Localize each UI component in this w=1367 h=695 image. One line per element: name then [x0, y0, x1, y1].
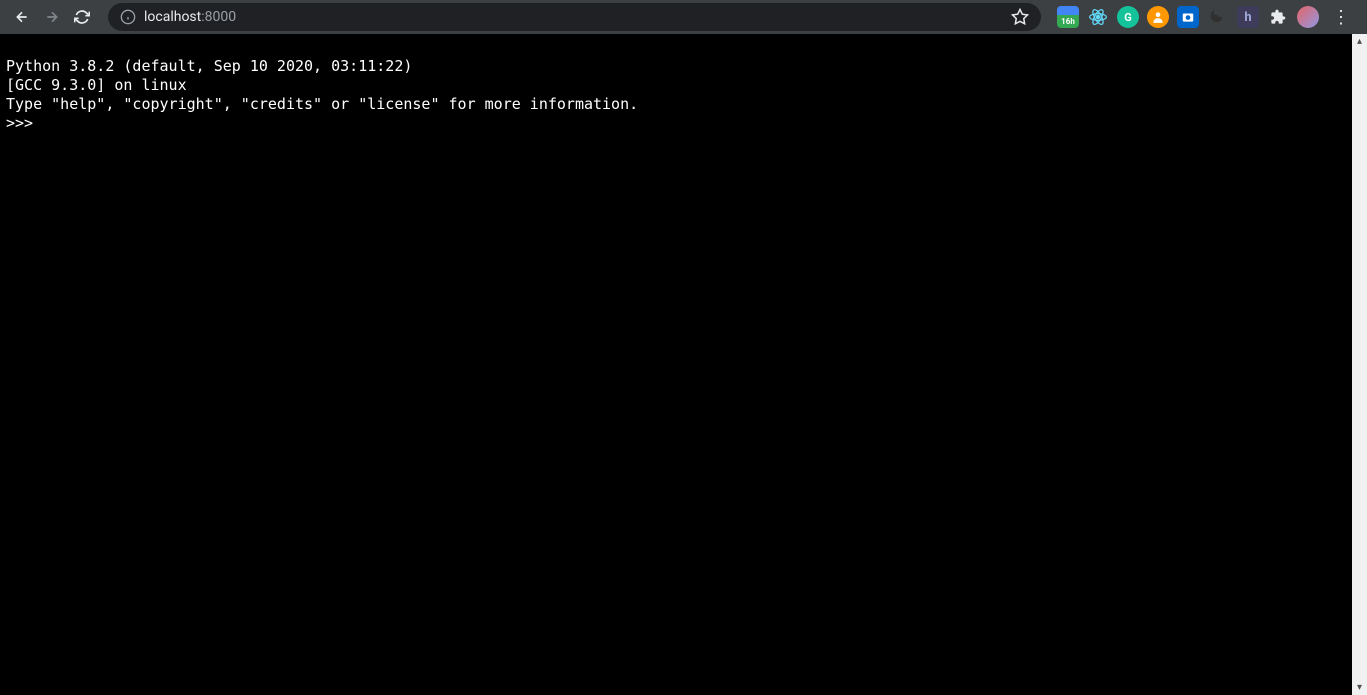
scroll-track[interactable] [1352, 49, 1367, 680]
address-bar[interactable]: localhost:8000 [108, 3, 1041, 31]
reload-button[interactable] [68, 3, 96, 31]
react-devtools-icon[interactable] [1087, 6, 1109, 28]
scroll-down-arrow-icon[interactable]: ▾ [1352, 680, 1367, 695]
extensions-puzzle-icon[interactable] [1267, 6, 1289, 28]
terminal-line-version: Python 3.8.2 (default, Sep 10 2020, 03:1… [6, 57, 421, 75]
orange-extension-icon[interactable] [1147, 6, 1169, 28]
terminal-line-help: Type "help", "copyright", "credits" or "… [6, 95, 638, 113]
camera-extension-icon[interactable] [1177, 6, 1199, 28]
python-terminal[interactable]: Python 3.8.2 (default, Sep 10 2020, 03:1… [0, 34, 1352, 695]
vertical-scrollbar[interactable]: ▴ ▾ [1352, 34, 1367, 695]
h-extension-icon[interactable]: h [1237, 6, 1259, 28]
url-port: :8000 [201, 9, 236, 25]
extension-icons: 16h G h [1053, 6, 1359, 28]
browser-menu-icon[interactable]: ⋮ [1327, 7, 1355, 28]
back-button[interactable] [8, 3, 36, 31]
content-area: Python 3.8.2 (default, Sep 10 2020, 03:1… [0, 34, 1367, 695]
terminal-line-compiler: [GCC 9.3.0] on linux [6, 76, 187, 94]
grammarly-extension-icon[interactable]: G [1117, 6, 1139, 28]
url-host: localhost [144, 9, 201, 25]
forward-button[interactable] [38, 3, 66, 31]
profile-avatar-icon[interactable] [1297, 6, 1319, 28]
calendar-extension-icon[interactable]: 16h [1057, 6, 1079, 28]
scroll-up-arrow-icon[interactable]: ▴ [1352, 34, 1367, 49]
bookmark-star-icon[interactable] [1011, 8, 1029, 26]
url-text: localhost:8000 [144, 9, 236, 25]
dark-extension-icon[interactable] [1207, 6, 1229, 28]
site-info-icon[interactable] [120, 9, 136, 25]
browser-toolbar: localhost:8000 16h G [0, 0, 1367, 34]
terminal-prompt: >>> [6, 114, 42, 133]
nav-buttons [8, 3, 96, 31]
